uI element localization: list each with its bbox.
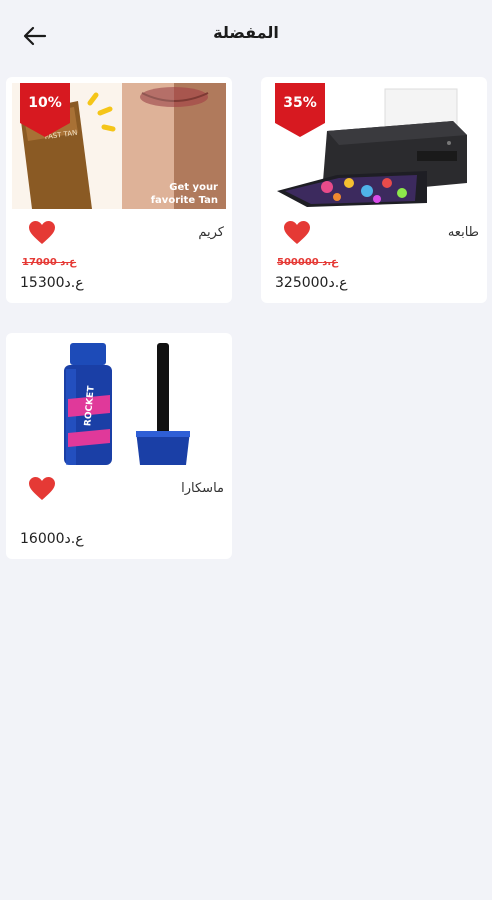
currency-label: ع.د: [64, 531, 84, 547]
product-card-printer[interactable]: 35% طابعه 500000 ع.د ع.د325000: [261, 77, 487, 303]
product-image: ROCKET: [12, 339, 226, 465]
back-button[interactable]: [20, 22, 50, 50]
currency-label: ع.د: [64, 275, 84, 291]
price: ع.د15300: [12, 275, 84, 291]
price-value: 15300: [20, 275, 65, 291]
price: ع.د16000: [12, 531, 84, 547]
product-name: طابعه: [447, 225, 479, 240]
discount-badge: 10%: [20, 83, 70, 137]
product-card-cream[interactable]: FAST TAN Get your favorite Tan 10% كريم …: [6, 77, 232, 303]
favorite-heart-icon[interactable]: [28, 220, 56, 246]
discount-badge: 35%: [275, 83, 325, 137]
favorite-heart-icon[interactable]: [28, 476, 56, 502]
page-title: المفضلة: [213, 22, 279, 42]
currency-label: ع.د: [328, 275, 348, 291]
favorite-heart-icon[interactable]: [283, 220, 311, 246]
old-price: 17000 ع.د: [22, 257, 77, 268]
product-name: كريم: [198, 225, 224, 240]
app-header: المفضلة: [0, 0, 492, 66]
arrow-left-icon: [23, 26, 47, 46]
price-value: 16000: [20, 531, 65, 547]
old-price: 500000 ع.د: [277, 257, 338, 268]
image-tagline: Get your favorite Tan: [150, 182, 218, 206]
product-name: ماسكارا: [181, 481, 224, 496]
price-value: 325000: [275, 275, 329, 291]
product-card-mascara[interactable]: ROCKET ماسكارا ع.د16000: [6, 333, 232, 559]
price: ع.د325000: [267, 275, 348, 291]
